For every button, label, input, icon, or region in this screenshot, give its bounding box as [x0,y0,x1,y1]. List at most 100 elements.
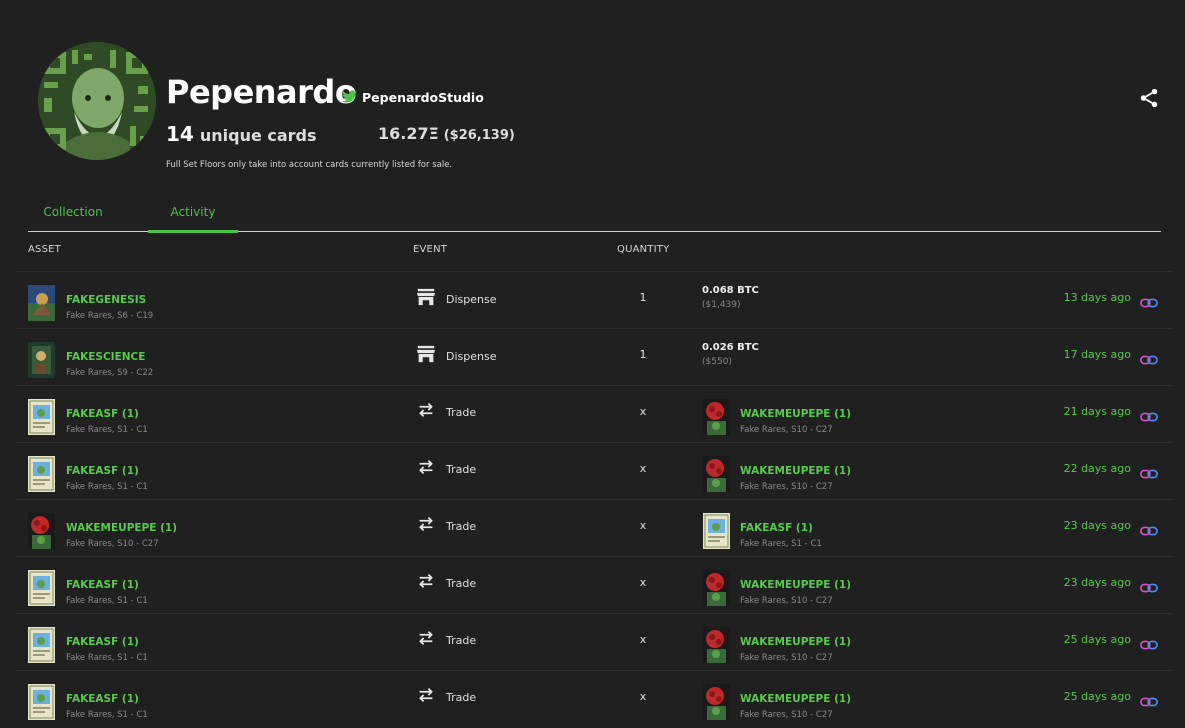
event-cell: Dispense [416,345,496,367]
floor-note: Full Set Floors only take into account c… [166,160,453,170]
asset-thumbnail[interactable] [28,399,55,435]
asset-name[interactable]: WAKEMEUPEPE (1) [66,522,177,534]
table-row[interactable]: FAKEASF (1) Fake Rares, S1 - C1 Trade x WAKE… [16,556,1172,613]
table-row[interactable]: FAKESCIENCE Fake Rares, S9 - C22 Dispense 1… [16,328,1172,385]
asset-thumbnail[interactable] [28,684,55,720]
event-label: Dispense [446,349,497,363]
counter-asset-thumbnail[interactable] [703,513,730,549]
swap-arrows-icon [416,687,436,707]
counter-asset-thumbnail[interactable] [703,684,730,720]
counter-asset-series: Fake Rares, S10 - C27 [740,710,833,720]
counter-asset-thumbnail[interactable] [703,627,730,663]
asset-series: Fake Rares, S1 - C1 [66,596,148,606]
table-row[interactable]: FAKEASF (1) Fake Rares, S1 - C1 Trade x WAKE… [16,442,1172,499]
chain-link-icon[interactable] [1140,521,1158,540]
table-row[interactable]: FAKEASF (1) Fake Rares, S1 - C1 Trade x WAKE… [16,385,1172,442]
header-event: EVENT [413,244,448,255]
price-usd: ($550) [702,357,732,367]
chain-link-icon[interactable] [1140,464,1158,483]
counter-asset-name[interactable]: WAKEMEUPEPE (1) [740,465,851,477]
asset-thumbnail[interactable] [28,456,55,492]
quantity-value: x [639,690,647,703]
quantity-value: 1 [639,291,647,304]
asset-name[interactable]: FAKEASF (1) [66,636,139,648]
counter-asset-thumbnail[interactable] [703,456,730,492]
asset-thumbnail[interactable] [28,570,55,606]
tab-activity[interactable]: Activity [148,196,238,233]
event-time: 21 days ago [1063,405,1131,418]
counter-asset-name[interactable]: WAKEMEUPEPE (1) [740,693,851,705]
asset-thumbnail[interactable] [28,627,55,663]
table-row[interactable]: FAKEGENESIS Fake Rares, S6 - C19 Dispense 1… [16,271,1172,328]
collection-value: 16.27Ξ ($26,139) [378,124,515,143]
asset-thumbnail[interactable] [28,342,55,378]
event-time: 22 days ago [1063,462,1131,475]
event-label: Trade [446,462,477,476]
counter-asset-series: Fake Rares, S1 - C1 [740,539,822,549]
share-button[interactable] [1138,87,1160,109]
table-row[interactable]: WAKEMEUPEPE (1) Fake Rares, S10 - C27 Trad… [16,499,1172,556]
asset-name[interactable]: FAKEASF (1) [66,465,139,477]
price-btc: 0.068 BTC [702,285,759,296]
tab-collection[interactable]: Collection [28,196,118,230]
asset-series: Fake Rares, S6 - C19 [66,311,154,321]
quantity-value: x [639,405,647,418]
counter-asset-name[interactable]: FAKEASF (1) [740,522,813,534]
event-label: Trade [446,519,477,533]
asset-name[interactable]: FAKEASF (1) [66,408,139,420]
twitter-icon [342,88,357,107]
share-icon [1140,88,1158,108]
chain-link-icon[interactable] [1140,692,1158,711]
asset-name[interactable]: FAKEASF (1) [66,693,139,705]
asset-series: Fake Rares, S1 - C1 [66,482,148,492]
swap-arrows-icon [416,459,436,479]
price-usd: ($1,439) [702,300,741,310]
unique-cards-stat: 14 unique cards [166,122,317,146]
twitter-link[interactable]: PepenardoStudio [342,88,484,107]
counter-asset-name[interactable]: WAKEMEUPEPE (1) [740,636,851,648]
price-cell: 0.026 BTC ($550) [702,342,759,367]
asset-series: Fake Rares, S1 - C1 [66,710,148,720]
asset-name[interactable]: FAKEASF (1) [66,579,139,591]
event-cell: Dispense [416,288,496,310]
chain-link-icon[interactable] [1140,578,1158,597]
asset-series: Fake Rares, S9 - C22 [66,368,154,378]
profile-name: Pepenardo [166,73,357,111]
counter-asset-thumbnail[interactable] [703,570,730,606]
event-cell: Trade [416,630,476,650]
event-label: Trade [446,576,477,590]
counter-asset-thumbnail[interactable] [703,399,730,435]
counter-asset-series: Fake Rares, S10 - C27 [740,425,833,435]
header-asset: ASSET [28,244,61,255]
asset-thumbnail[interactable] [28,285,55,321]
asset-series: Fake Rares, S1 - C1 [66,425,148,435]
quantity-value: 1 [639,348,647,361]
counter-asset-series: Fake Rares, S10 - C27 [740,482,833,492]
asset-name[interactable]: FAKEGENESIS [66,294,146,306]
counter-asset-name[interactable]: WAKEMEUPEPE (1) [740,579,851,591]
asset-name[interactable]: FAKESCIENCE [66,351,145,363]
table-row[interactable]: FAKEASF (1) Fake Rares, S1 - C1 Trade x WAKE… [16,670,1172,727]
swap-arrows-icon [416,573,436,593]
unique-label: unique cards [199,126,317,145]
event-time: 13 days ago [1063,291,1131,304]
counter-asset-name[interactable]: WAKEMEUPEPE (1) [740,408,851,420]
chain-link-icon[interactable] [1140,293,1158,312]
event-time: 25 days ago [1063,690,1131,703]
event-time: 25 days ago [1063,633,1131,646]
store-icon [416,288,436,310]
event-label: Trade [446,633,477,647]
event-time: 23 days ago [1063,519,1131,532]
counter-asset-series: Fake Rares, S10 - C27 [740,653,833,663]
event-cell: Trade [416,459,476,479]
swap-arrows-icon [416,630,436,650]
chain-link-icon[interactable] [1140,350,1158,369]
quantity-value: x [639,633,647,646]
unique-count: 14 [166,122,194,146]
table-row[interactable]: FAKEASF (1) Fake Rares, S1 - C1 Trade x WAKE… [16,613,1172,670]
chain-link-icon[interactable] [1140,407,1158,426]
quantity-value: x [639,576,647,589]
asset-thumbnail[interactable] [28,513,55,549]
chain-link-icon[interactable] [1140,635,1158,654]
event-time: 17 days ago [1063,348,1131,361]
